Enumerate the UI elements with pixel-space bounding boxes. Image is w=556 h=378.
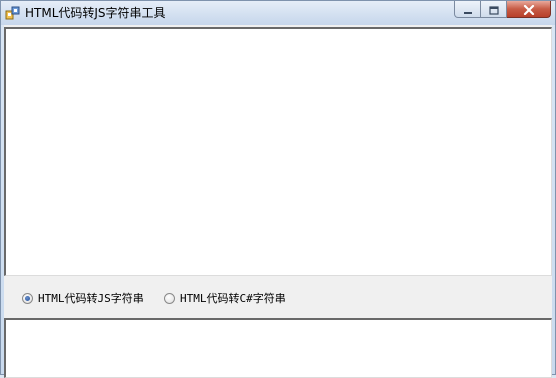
radio-html-to-js[interactable]: HTML代码转JS字符串 bbox=[22, 291, 144, 305]
radio-html-to-js-label: HTML代码转JS字符串 bbox=[38, 292, 144, 305]
html-input-textbox[interactable] bbox=[4, 27, 552, 276]
client-area: HTML代码转JS字符串 HTML代码转C#字符串 bbox=[4, 25, 552, 378]
string-output-textbox[interactable] bbox=[4, 318, 552, 378]
radio-html-to-csharp[interactable]: HTML代码转C#字符串 bbox=[164, 291, 286, 305]
title-bar[interactable]: HTML代码转JS字符串工具 bbox=[1, 1, 555, 25]
window-title: HTML代码转JS字符串工具 bbox=[25, 6, 166, 20]
app-icon bbox=[5, 5, 21, 21]
maximize-button[interactable] bbox=[481, 1, 507, 18]
radio-checked-icon bbox=[22, 292, 33, 304]
minimize-button[interactable] bbox=[454, 1, 481, 18]
close-button[interactable] bbox=[507, 1, 551, 18]
window-controls bbox=[454, 1, 551, 19]
minimize-icon bbox=[463, 0, 473, 19]
conversion-mode-group: HTML代码转JS字符串 HTML代码转C#字符串 bbox=[4, 276, 552, 318]
maximize-icon bbox=[488, 0, 499, 19]
radio-unchecked-icon bbox=[164, 292, 175, 304]
app-window: HTML代码转JS字符串工具 HTML代码转JS字符串 HTML代码转C#字符串 bbox=[0, 0, 556, 378]
close-icon bbox=[523, 0, 535, 19]
radio-html-to-csharp-label: HTML代码转C#字符串 bbox=[180, 292, 286, 305]
